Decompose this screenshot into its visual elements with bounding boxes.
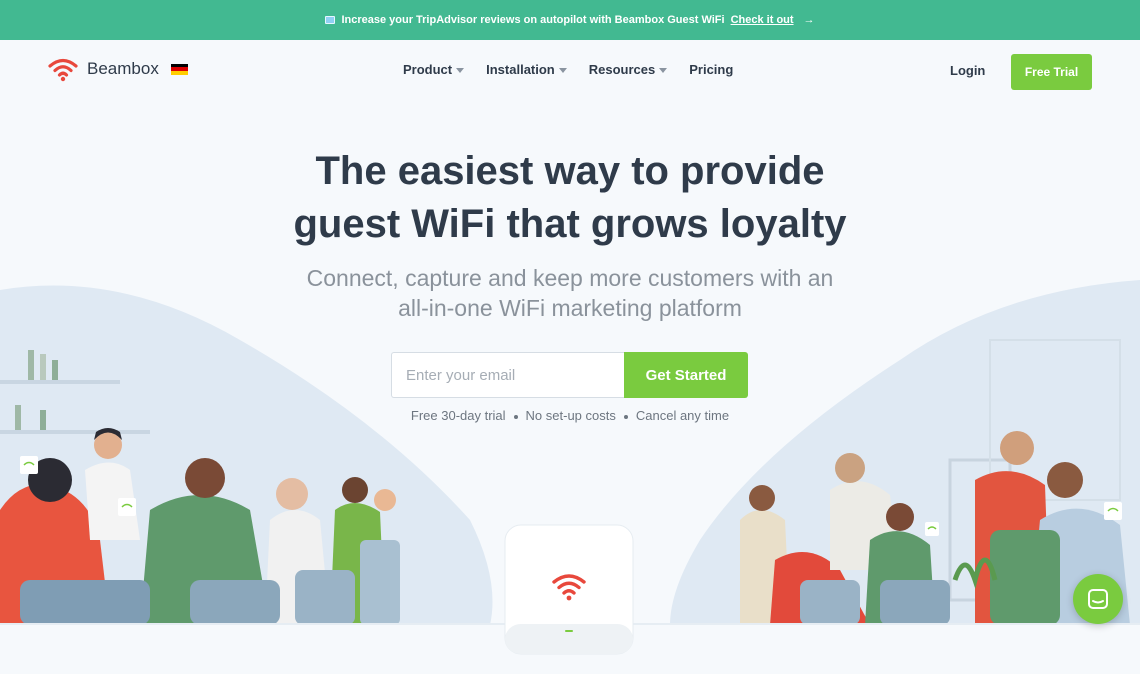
hero-title: The easiest way to provide guest WiFi th… <box>270 145 870 251</box>
bottle <box>28 350 34 380</box>
email-input[interactable] <box>391 352 624 398</box>
wifi-sign <box>1104 502 1122 520</box>
beambox-access-point <box>504 524 634 655</box>
announcement-text: Increase your TripAdvisor reviews on aut… <box>341 14 725 26</box>
nav-pricing[interactable]: Pricing <box>689 62 733 77</box>
brand-name: Beambox <box>87 59 159 78</box>
nav-resources[interactable]: Resources <box>588 62 668 77</box>
hero-subtitle-line2: all-in-one WiFi marketing platform <box>398 295 742 321</box>
nav-installation[interactable]: Installation <box>486 62 567 77</box>
flag-stripe-gold <box>170 70 188 75</box>
chat-launcher[interactable] <box>1073 574 1123 624</box>
shelf-left-lower <box>0 430 150 434</box>
free-trial-button[interactable]: Free Trial <box>1011 54 1092 90</box>
person-head <box>374 489 396 511</box>
wifi-sign <box>925 522 939 536</box>
germany-flag-icon[interactable] <box>170 63 188 75</box>
person-head <box>185 458 225 498</box>
person-head <box>886 503 914 531</box>
wifi-logo-icon <box>48 58 78 82</box>
nav-product[interactable]: Product <box>403 62 465 77</box>
device-shade <box>505 624 633 654</box>
chair <box>20 580 150 625</box>
status-led <box>565 630 573 632</box>
person-head <box>835 453 865 483</box>
wifi-sign <box>118 498 136 516</box>
shelf-left <box>0 380 120 384</box>
hero-title-line2: guest WiFi that grows loyalty <box>293 202 847 246</box>
hero-title-line1: The easiest way to provide <box>315 149 825 193</box>
chair <box>880 580 950 625</box>
nav-pricing-label: Pricing <box>689 62 734 77</box>
bullet-icon <box>623 414 628 419</box>
bottle <box>40 354 46 380</box>
chevron-down-icon <box>659 68 668 73</box>
arrow-right-icon: → <box>803 14 815 26</box>
chair <box>190 580 280 625</box>
announcement-link[interactable]: Check it out <box>731 14 794 26</box>
login-link[interactable]: Login <box>950 63 985 78</box>
announcement-bar: Increase your TripAdvisor reviews on aut… <box>0 0 1140 40</box>
wifi-sign <box>20 456 38 474</box>
bottle <box>52 360 58 380</box>
person-head <box>276 478 308 510</box>
signup-form: Get Started <box>391 352 748 398</box>
person-head <box>749 485 775 511</box>
nav-installation-label: Installation <box>486 62 555 77</box>
get-started-button[interactable]: Get Started <box>624 352 748 398</box>
person-head <box>1000 431 1034 465</box>
chair <box>990 530 1060 625</box>
hero-subtitle: Connect, capture and keep more customers… <box>270 263 870 323</box>
person-head <box>1047 462 1083 498</box>
person-head <box>342 477 368 503</box>
chair <box>360 540 400 625</box>
main-nav: Product Installation Resources Pricing <box>403 62 733 77</box>
perk-setup: No set-up costs <box>525 408 616 423</box>
chevron-down-icon <box>456 68 465 73</box>
bottle <box>15 405 21 430</box>
chair <box>800 580 860 625</box>
flag-emoji-icon <box>325 16 336 24</box>
hero-subtitle-line1: Connect, capture and keep more customers… <box>306 265 834 291</box>
chair <box>295 570 355 625</box>
chevron-down-icon <box>558 68 567 73</box>
perk-trial: Free 30-day trial <box>410 408 506 423</box>
navbar: Beambox Product Installation Resources P… <box>0 40 1140 102</box>
perks-list: Free 30-day trial No set-up costs Cancel a… <box>370 408 770 423</box>
bottle <box>40 410 46 430</box>
bullet-icon <box>513 414 518 419</box>
nav-resources-label: Resources <box>588 62 656 77</box>
nav-product-label: Product <box>403 62 453 77</box>
perk-cancel: Cancel any time <box>635 408 730 423</box>
chat-icon <box>1088 589 1108 609</box>
brand-logo[interactable]: Beambox <box>47 56 188 82</box>
